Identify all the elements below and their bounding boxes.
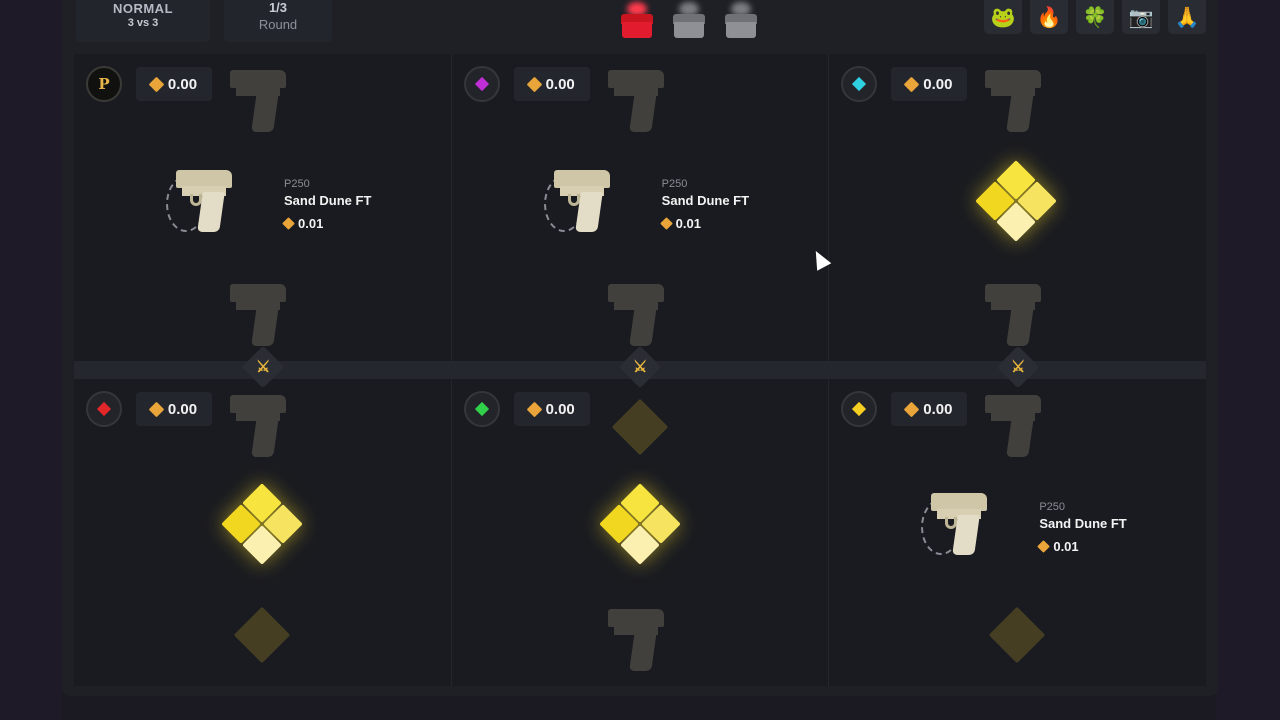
team-row-2: 0.00 0.00 0.00 P250 Sand Dune FT 0.01: [74, 379, 1206, 686]
faded-gem-icon: [611, 398, 668, 456]
clover-reaction-icon[interactable]: 🍀: [1076, 0, 1114, 34]
player-gem-badge[interactable]: [463, 391, 500, 427]
faded-gem-icon: [989, 606, 1046, 664]
reaction-bar: 🐸 🔥 🍀 📷 🙏: [984, 0, 1206, 34]
ghost-pistol-icon: [979, 280, 1051, 350]
item-type: P250: [661, 178, 688, 190]
background-pattern-left: [0, 0, 62, 720]
player-slot: 0.00: [74, 379, 452, 686]
fire-reaction-icon[interactable]: 🔥: [1030, 0, 1068, 34]
yellow-gem-icon: [852, 401, 867, 417]
pray-reaction-icon[interactable]: 🙏: [1168, 0, 1206, 34]
coin-icon: [526, 401, 542, 417]
player-gem-badge[interactable]: [841, 391, 878, 427]
ghost-pistol-icon: [602, 605, 674, 675]
ghost-pistol-icon: [979, 391, 1051, 461]
gold-gems-icon: [597, 483, 683, 571]
coin-icon: [148, 401, 165, 417]
cyan-gem-icon: [852, 76, 867, 92]
item-type: P250: [1039, 501, 1066, 513]
player-slot: 0.00: [452, 379, 830, 686]
item-price: 0.01: [659, 216, 749, 231]
player-slot: 0.00: [829, 54, 1206, 361]
battle-header: NORMAL 3 vs 3 1/3 Round 🐸 🔥 🍀 📷 🙏: [62, 0, 1218, 44]
background-pattern-right: [1216, 0, 1280, 720]
ghost-pistol-icon: [979, 66, 1051, 136]
player-balance: 0.00: [513, 67, 590, 101]
mode-teams: 3 vs 3: [127, 17, 159, 29]
green-gem-icon: [474, 401, 489, 417]
round-value: 1/3: [268, 0, 288, 15]
player-balance: 0.00: [513, 392, 590, 426]
item-price: 0.01: [282, 216, 371, 231]
players-grid: P 0.00 P250 Sand Dune FT 0.01 0.00 P250 …: [74, 54, 1206, 686]
player-balance: 0.00: [136, 67, 212, 101]
item-info: P250 Sand Dune FT 0.01: [282, 178, 372, 231]
case-red-icon: [618, 2, 656, 38]
player-slot: P 0.00 P250 Sand Dune FT 0.01: [74, 54, 452, 361]
ghost-pistol-icon: [224, 280, 296, 350]
pistol-icon: [166, 166, 242, 236]
player-avatar[interactable]: P: [86, 66, 122, 102]
ghost-pistol-icon: [224, 66, 296, 136]
item-name: Sand Dune FT: [284, 193, 372, 208]
coin-icon: [282, 217, 295, 230]
team-row-1: P 0.00 P250 Sand Dune FT 0.01 0.00 P250 …: [74, 54, 1206, 361]
round-indicator: 1/3 Round: [224, 0, 332, 42]
camera-reaction-icon[interactable]: 📷: [1122, 0, 1160, 34]
item-name: Sand Dune FT: [1039, 516, 1127, 531]
pistol-icon: [543, 166, 620, 236]
player-balance: 0.00: [891, 67, 968, 101]
player-slot: 0.00 P250 Sand Dune FT 0.01: [452, 54, 830, 361]
coin-icon: [1037, 540, 1051, 553]
round-label: Round: [258, 17, 298, 32]
item-price: 0.01: [1037, 539, 1126, 554]
player-slot: 0.00 P250 Sand Dune FT 0.01: [829, 379, 1206, 686]
mode-name: NORMAL: [112, 1, 174, 16]
item-info: P250 Sand Dune FT 0.01: [659, 178, 750, 231]
item-type: P250: [284, 178, 310, 190]
coin-icon: [903, 76, 920, 92]
ghost-pistol-icon: [602, 66, 674, 136]
case-silver-icon: [670, 2, 708, 38]
ghost-pistol-icon: [224, 391, 296, 461]
coin-icon: [526, 76, 542, 92]
coin-icon: [903, 401, 920, 417]
player-gem-badge[interactable]: [841, 66, 878, 102]
faded-gem-icon: [233, 606, 291, 664]
player-gem-badge[interactable]: [463, 66, 500, 102]
mode-badge: NORMAL 3 vs 3: [76, 0, 210, 42]
red-gem-icon: [96, 401, 112, 417]
gold-gems-icon: [973, 160, 1059, 248]
coin-icon: [659, 217, 673, 230]
player-balance: 0.00: [891, 392, 968, 426]
pistol-icon: [921, 489, 997, 559]
player-gem-badge[interactable]: [86, 391, 122, 427]
ghost-pistol-icon: [602, 280, 674, 350]
purple-gem-icon: [474, 76, 489, 92]
player-balance: 0.00: [136, 392, 212, 426]
gold-gems-icon: [219, 483, 305, 571]
item-info: P250 Sand Dune FT 0.01: [1037, 501, 1127, 554]
item-name: Sand Dune FT: [661, 193, 750, 208]
coin-icon: [148, 76, 165, 92]
frog-reaction-icon[interactable]: 🐸: [984, 0, 1022, 34]
case-silver-icon: [722, 2, 760, 38]
